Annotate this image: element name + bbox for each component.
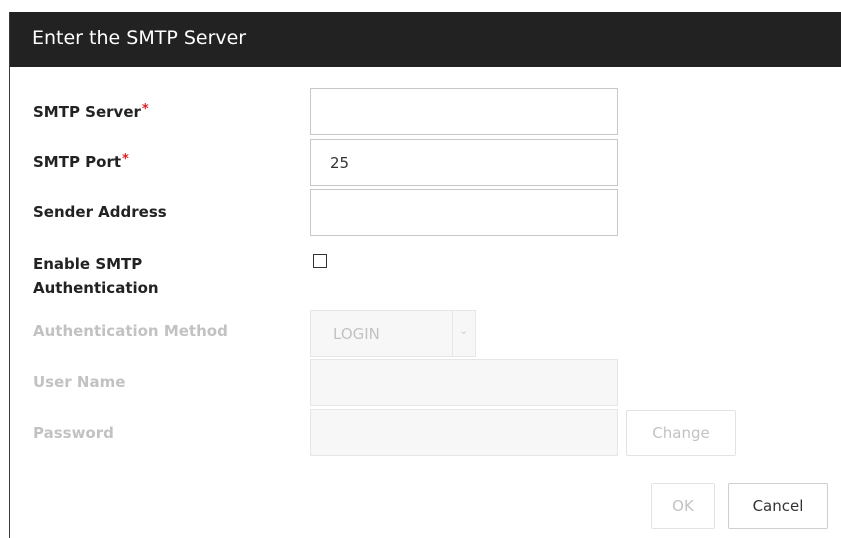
enable-auth-label-line2: Authentication [33,279,159,297]
password-label: Password [33,424,114,442]
chevron-down-icon: ⌄ [459,324,469,337]
dialog-titlebar: Enter the SMTP Server [10,12,841,67]
required-asterisk: * [122,152,129,167]
dialog-title: Enter the SMTP Server [32,27,247,49]
smtp-port-label: SMTP Port* [33,150,129,174]
password-input[interactable] [310,409,618,456]
enable-auth-label-line1: Enable SMTP [33,255,143,273]
cancel-button[interactable]: Cancel [728,483,828,529]
smtp-server-label-text: SMTP Server [33,103,141,121]
auth-method-value: LOGIN [333,325,380,343]
auth-method-label: Authentication Method [33,322,228,340]
select-arrow: ⌄ [452,311,475,356]
enable-auth-checkbox[interactable] [313,254,327,268]
change-password-button[interactable]: Change [626,410,736,456]
smtp-server-dialog: Enter the SMTP Server SMTP Server* SMTP … [9,12,841,538]
user-name-input[interactable] [310,359,618,406]
sender-address-input[interactable] [310,189,618,236]
smtp-server-label: SMTP Server* [33,100,149,124]
smtp-port-label-text: SMTP Port [33,153,122,171]
enable-auth-label: Enable SMTP Authentication [33,252,159,300]
required-asterisk: * [141,102,149,117]
auth-method-select[interactable]: LOGIN ⌄ [310,310,476,357]
smtp-server-input[interactable] [310,88,618,135]
sender-address-label: Sender Address [33,203,167,221]
ok-button[interactable]: OK [651,483,715,529]
user-name-label: User Name [33,373,126,391]
smtp-port-input[interactable] [310,139,618,186]
